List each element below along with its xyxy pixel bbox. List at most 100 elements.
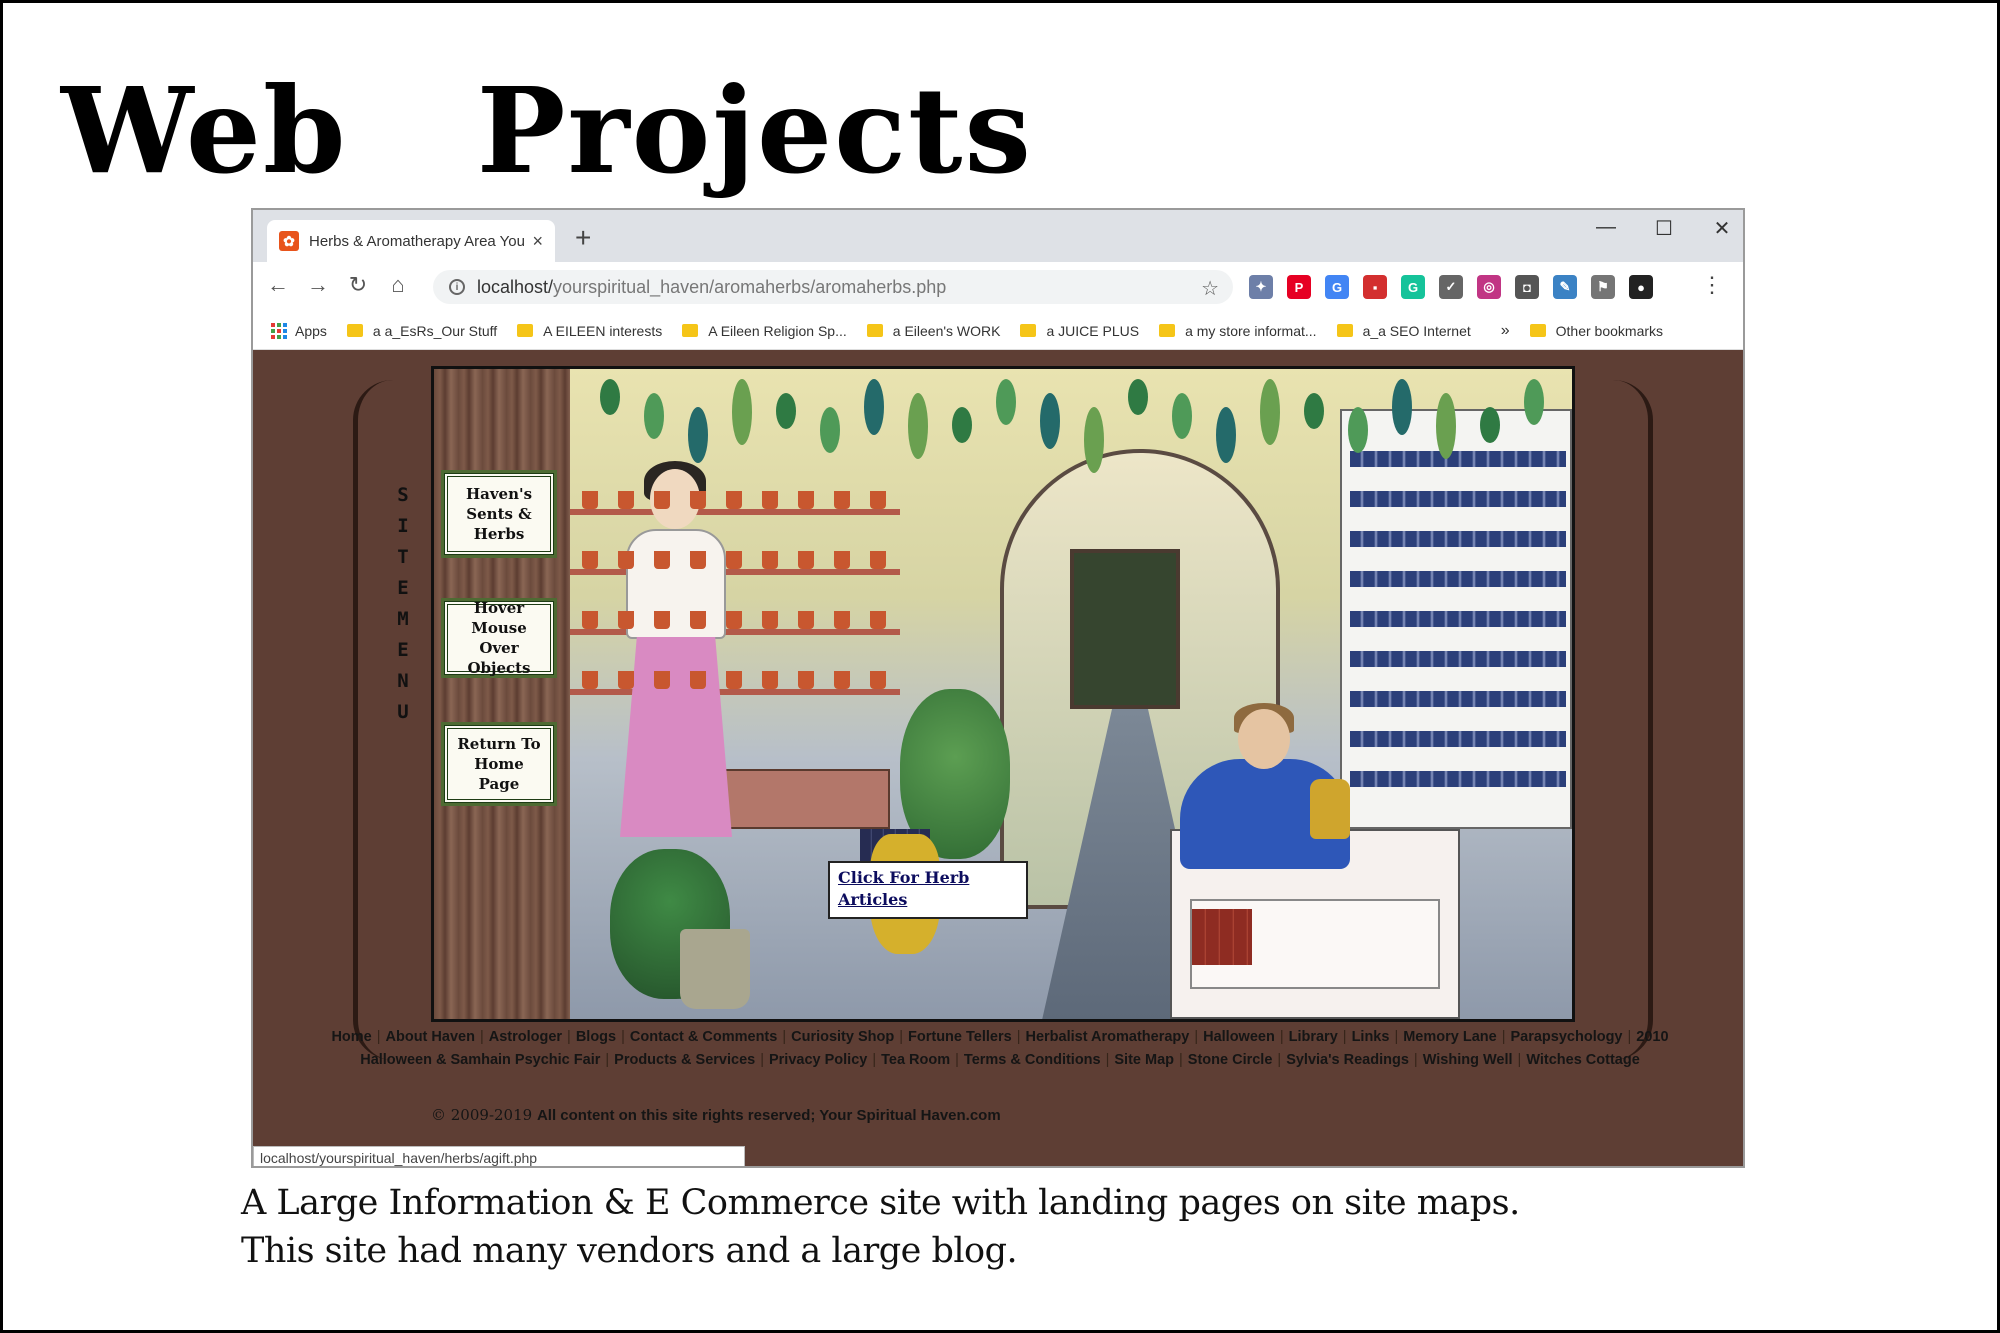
camera-icon[interactable]: ◘ [1515, 275, 1539, 299]
footer-link[interactable]: Curiosity Shop [791, 1029, 894, 1045]
puzzle-extension-icon[interactable]: ✦ [1249, 275, 1273, 299]
bookmark-label: Apps [295, 322, 327, 339]
bottle-cabinet[interactable] [1340, 409, 1572, 829]
footer-link[interactable]: Contact & Comments [630, 1029, 777, 1045]
forward-icon[interactable]: → [303, 272, 333, 298]
minimize-icon[interactable]: — [1595, 216, 1617, 241]
bookmark-folder[interactable]: a a_EsRs_Our Stuff [346, 323, 497, 339]
reload-icon[interactable]: ↻ [343, 272, 373, 298]
tab-close-icon[interactable]: × [532, 231, 543, 252]
profile-avatar-icon[interactable]: ● [1629, 275, 1653, 299]
herb-pot [618, 491, 634, 509]
translate-icon[interactable]: G [1325, 275, 1349, 299]
folder-icon [1529, 324, 1546, 337]
herb-shop-illustration[interactable]: Click For Herb Articles [570, 369, 1572, 1019]
footer-link[interactable]: Privacy Policy [769, 1052, 867, 1068]
other-bookmarks[interactable]: Other bookmarks [1529, 323, 1663, 339]
browser-menu-icon[interactable]: ⋮ [1701, 272, 1723, 298]
herb-bundle [1348, 407, 1368, 453]
bottle-row [1350, 531, 1566, 547]
menu-button-return-home[interactable]: Return To Home Page [444, 725, 554, 803]
footer-link[interactable]: Links [1352, 1029, 1390, 1045]
counter-jar[interactable] [1310, 779, 1350, 839]
caption-line-2: This site had many vendors and a large b… [241, 1231, 1018, 1271]
maximize-icon[interactable]: ☐ [1653, 216, 1675, 241]
apps-grid-icon [271, 322, 287, 339]
bookmark-star-icon[interactable]: ☆ [1201, 276, 1219, 301]
footer-link[interactable]: Sylvia's Readings [1286, 1052, 1409, 1068]
herb-articles-link[interactable]: Click For Herb Articles [838, 868, 969, 909]
menu-button-hover-mouse[interactable]: Hover Mouse Over Objects [444, 599, 554, 677]
home-icon[interactable]: ⌂ [383, 272, 413, 298]
herb-bundle [820, 407, 840, 453]
footer-separator: | [899, 1029, 904, 1045]
footer-link[interactable]: Witches Cottage [1526, 1052, 1639, 1068]
footer-link[interactable]: Site Map [1114, 1052, 1174, 1068]
footer-link[interactable]: Products & Services [614, 1052, 755, 1068]
footer-link[interactable]: Fortune Tellers [908, 1029, 1012, 1045]
slide-caption: A Large Information & E Commerce site wi… [241, 1179, 1520, 1275]
more-bookmarks-icon[interactable]: » [1501, 322, 1510, 340]
bookmark-folder[interactable]: A EILEEN interests [517, 323, 662, 339]
footer-link[interactable]: Wishing Well [1423, 1052, 1513, 1068]
instagram-icon[interactable]: ◎ [1477, 275, 1501, 299]
footer-link[interactable]: Memory Lane [1403, 1029, 1496, 1045]
pinterest-icon[interactable]: P [1287, 275, 1311, 299]
footer-link[interactable]: Tea Room [881, 1052, 950, 1068]
bookmark-folder[interactable]: a Eileen's WORK [866, 322, 1001, 339]
herb-pot [726, 491, 742, 509]
footer-link[interactable]: About Haven [386, 1029, 475, 1045]
footer-link[interactable]: Parapsychology [1510, 1029, 1622, 1045]
bookmark-folder[interactable]: a JUICE PLUS [1020, 323, 1139, 339]
bookmark-folder[interactable]: a my store informat... [1159, 323, 1317, 339]
footer-link[interactable]: Herbalist Aromatherapy [1025, 1029, 1189, 1045]
footer-link[interactable]: Library [1289, 1029, 1338, 1045]
flag-extension-icon[interactable]: ⚑ [1591, 275, 1615, 299]
address-bar[interactable]: i localhost/yourspiritual_haven/aromaher… [433, 270, 1233, 304]
browser-tab[interactable]: ✿ Herbs & Aromatherapy Area You × [267, 220, 555, 262]
site-info-icon[interactable]: i [449, 279, 465, 295]
status-bar-url: localhost/yourspiritual_haven/herbs/agif… [253, 1146, 745, 1166]
herb-bundle [1172, 393, 1192, 439]
shelf [570, 629, 900, 635]
herb-pot [726, 671, 742, 689]
herb-pot [798, 611, 814, 629]
copyright: © 2009-2019 All content on this site rig… [431, 1106, 1001, 1124]
footer-link[interactable]: Halloween [1203, 1029, 1275, 1045]
site-menu-label: SITE MENU [397, 484, 409, 723]
folder-icon [1336, 324, 1353, 337]
footer-link[interactable]: Blogs [576, 1029, 616, 1045]
url-host: localhost/ [477, 276, 554, 297]
herb-bundle [1304, 393, 1324, 429]
shelf [570, 569, 900, 575]
tab-title: Herbs & Aromatherapy Area You [309, 232, 525, 250]
bookmark-apps[interactable]: Apps [271, 322, 327, 339]
herb-pot [762, 551, 778, 569]
pocket-icon[interactable]: ✓ [1439, 275, 1463, 299]
bookmark-folder[interactable]: a_a SEO Internet [1336, 323, 1471, 339]
grammarly-icon[interactable]: G [1401, 275, 1425, 299]
browser-window: ✿ Herbs & Aromatherapy Area You × + — ☐ … [251, 208, 1745, 1168]
slide-title: Web Projects [61, 61, 1033, 200]
footer-link[interactable]: Terms & Conditions [964, 1052, 1101, 1068]
counter-books[interactable] [1192, 909, 1252, 965]
bookmark-folder[interactable]: A Eileen Religion Sp... [682, 323, 847, 339]
bottle-row [1350, 731, 1566, 747]
pen-extension-icon[interactable]: ✎ [1553, 275, 1577, 299]
stone-vase [680, 929, 750, 1009]
bookmark-label: a Eileen's WORK [892, 322, 1001, 339]
herb-pot [582, 491, 598, 509]
menu-button-havens-sents-herbs[interactable]: Haven's Sents & Herbs [444, 473, 554, 555]
new-tab-button[interactable]: + [575, 224, 591, 252]
footer-separator: | [955, 1052, 959, 1068]
footer-separator: | [1194, 1029, 1199, 1045]
back-icon[interactable]: ← [263, 272, 293, 298]
red-square-extension-icon[interactable]: ▪ [1363, 275, 1387, 299]
tab-strip: ✿ Herbs & Aromatherapy Area You × + — ☐ … [253, 210, 1743, 262]
footer-link[interactable]: Astrologer [489, 1029, 562, 1045]
shopkeeper-man[interactable] [1238, 709, 1290, 769]
close-window-icon[interactable]: ✕ [1711, 216, 1733, 241]
footer-link[interactable]: Stone Circle [1188, 1052, 1273, 1068]
footer-separator: | [760, 1052, 764, 1068]
footer-link[interactable]: Home [331, 1029, 371, 1045]
